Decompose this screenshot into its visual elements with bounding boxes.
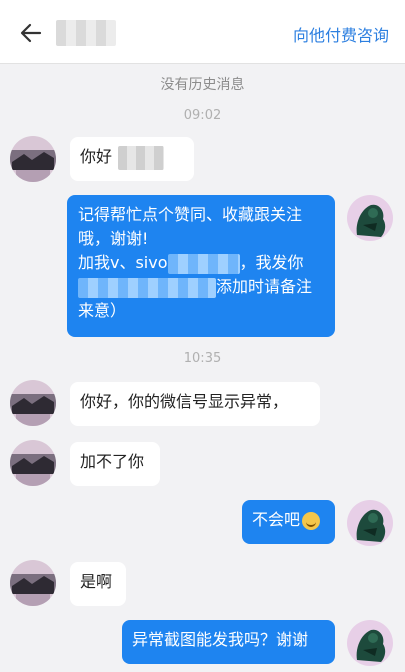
contact-name-redacted (56, 20, 116, 46)
sender-avatar[interactable] (10, 380, 56, 426)
message-line-wrap: 添加时请备注 (78, 275, 324, 299)
message-line-wrap: 加我v、sivo ，我发你 (78, 251, 324, 275)
sender-avatar[interactable] (10, 440, 56, 486)
sender-avatar-image (10, 136, 56, 182)
message-bubble-outgoing[interactable]: 不会吧 (242, 500, 335, 544)
redacted-id (167, 253, 240, 274)
message-text: 是啊 (80, 572, 113, 591)
message-text: 你好，你的微信号显示异常， (80, 392, 289, 411)
message-line: 哦，谢谢! (78, 229, 149, 248)
my-avatar-image (347, 500, 393, 546)
message-line: ，我发你 (239, 253, 304, 272)
message-line: 来意） (78, 301, 127, 320)
my-avatar-image (347, 195, 393, 241)
paid-consult-link[interactable]: 向他付费咨询 (293, 22, 389, 46)
redacted-name (118, 145, 165, 170)
timestamp: 09:02 (183, 108, 222, 123)
sender-avatar-image (10, 560, 56, 606)
message-line: 加我v、sivo (78, 253, 168, 272)
message-line: 记得帮忙点个赞同、收藏跟关注 (78, 205, 303, 224)
message-text: 加不了你 (80, 452, 145, 471)
arrow-left-icon (20, 23, 42, 43)
message-text: 异常截图能发我吗？谢谢 (132, 630, 309, 649)
laughing-emoji-icon (302, 511, 321, 530)
my-avatar-image (347, 620, 393, 666)
my-avatar[interactable] (347, 620, 393, 666)
sender-avatar-image (10, 440, 56, 486)
redacted-text (78, 277, 216, 298)
my-avatar[interactable] (347, 195, 393, 241)
back-button[interactable] (16, 18, 46, 48)
timestamp: 10:35 (183, 351, 222, 366)
message-bubble-incoming[interactable]: 加不了你 (70, 442, 160, 486)
message-bubble-incoming[interactable]: 是啊 (70, 562, 126, 606)
sender-avatar[interactable] (10, 136, 56, 182)
sender-avatar-image (10, 380, 56, 426)
message-text: 你好 (80, 147, 113, 166)
message-line: 添加时请备注 (216, 277, 313, 296)
my-avatar[interactable] (347, 500, 393, 546)
sender-avatar[interactable] (10, 560, 56, 606)
message-bubble-outgoing[interactable]: 异常截图能发我吗？谢谢 (122, 620, 335, 664)
message-bubble-outgoing[interactable]: 记得帮忙点个赞同、收藏跟关注 哦，谢谢! 加我v、sivo ，我发你 添加时请备注… (67, 195, 335, 337)
top-bar: 向他付费咨询 (0, 0, 405, 64)
message-bubble-incoming[interactable]: 你好，你的微信号显示异常， (70, 382, 320, 426)
message-bubble-incoming[interactable]: 你好 (70, 137, 194, 181)
no-history-text: 没有历史消息 (160, 77, 245, 93)
message-text: 不会吧 (252, 510, 301, 529)
